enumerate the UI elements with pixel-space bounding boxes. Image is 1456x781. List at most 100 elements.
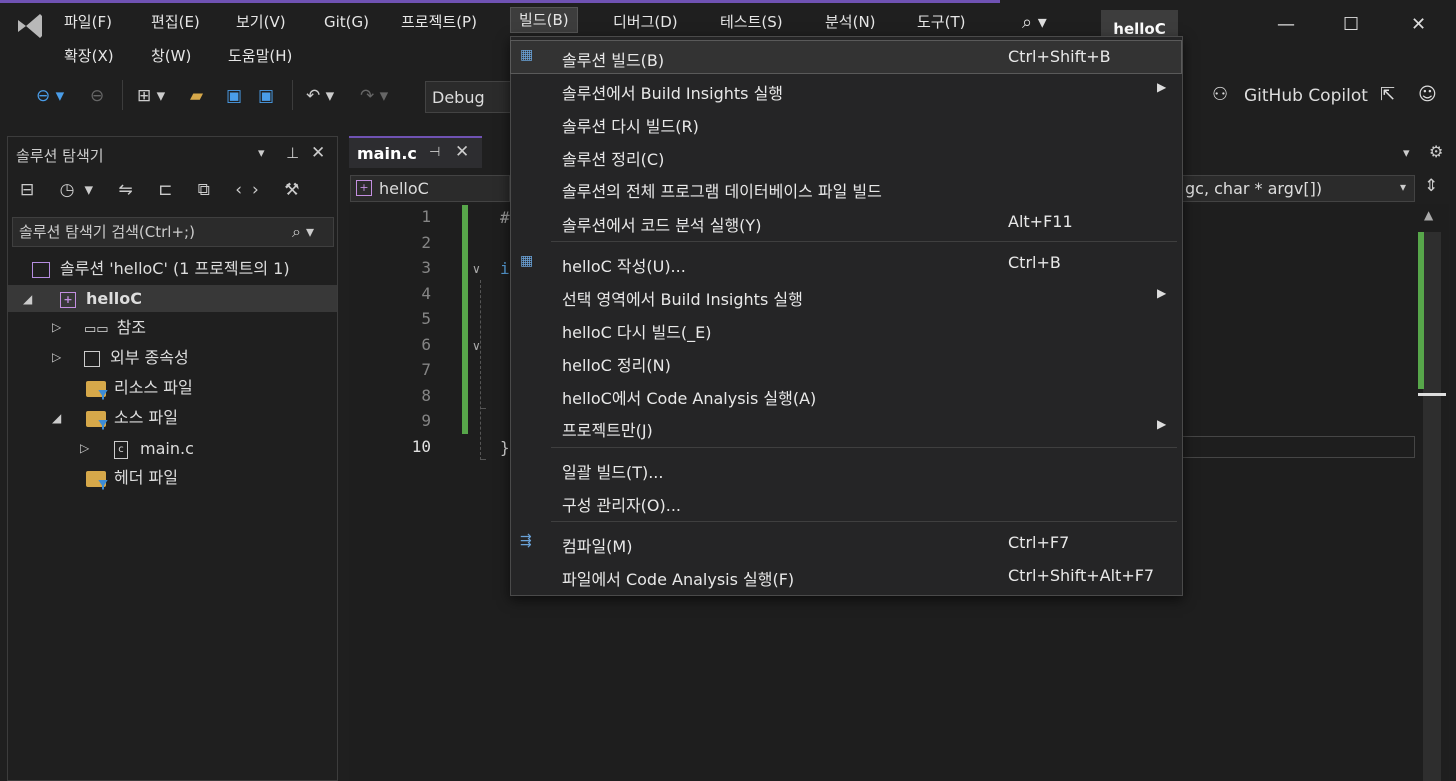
menu-git[interactable]: Git(G) [324,12,369,32]
menu-file[interactable]: 파일(F) [64,12,112,32]
feedback-icon[interactable]: ☺ [1418,84,1437,105]
menu-tools[interactable]: 도구(T) [917,12,965,32]
menu-item-build-pdb[interactable]: 솔루션의 전체 프로그램 데이터베이스 파일 빌드 [511,172,1181,204]
project-label: helloC [86,289,142,308]
member-nav-dropdown[interactable]: gc, char * argv[]) [1178,175,1415,202]
settings-icon[interactable]: ⚙ [1429,142,1443,161]
menu-item-build-project[interactable]: ▦ helloC 작성(U)... Ctrl+B [511,247,1181,279]
minimize-icon[interactable]: — [1277,14,1295,35]
menu-item-label: helloC에서 Code Analysis 실행(A) [562,389,817,408]
menu-build[interactable]: 빌드(B) [510,7,578,33]
split-icon[interactable]: ⇕ [1424,176,1438,196]
menu-item-label: 솔루션 빌드(B) [562,51,665,70]
menu-item-rebuild-project[interactable]: helloC 다시 빌드(_E) [511,313,1181,345]
config-select[interactable]: Debug [425,81,515,113]
share-icon[interactable]: ⇱ [1380,84,1395,105]
fold-guide [480,459,486,460]
menu-item-clean-solution[interactable]: 솔루션 정리(C) [511,140,1181,172]
menu-item-code-analysis-project[interactable]: helloC에서 Code Analysis 실행(A) [511,379,1181,411]
scrollbar-thumb[interactable] [1423,232,1441,781]
scroll-up-icon[interactable]: ▲ [1424,208,1433,222]
fold-arrow-icon[interactable]: ∨ [472,262,481,276]
forward-icon[interactable]: ⊖ [90,86,104,106]
tree-source-files[interactable]: 소스 파일 [86,407,178,429]
tree-resource-files[interactable]: 리소스 파일 [86,377,193,399]
menu-item-label: 솔루션 정리(C) [562,150,665,169]
solution-search-input[interactable]: 솔루션 탐색기 검색(Ctrl+;) [12,217,334,247]
pin-icon[interactable]: ⊥ [286,144,299,162]
back-icon[interactable]: ⊖ ▾ [36,86,64,106]
menu-item-build-insights-solution[interactable]: 솔루션에서 Build Insights 실행 ▶ [511,74,1181,106]
maximize-icon[interactable]: ☐ [1343,14,1359,35]
external-deps-label: 외부 종속성 [110,348,189,367]
redo-icon[interactable]: ↷ ▾ [360,86,388,106]
submenu-arrow-icon: ▶ [1157,80,1167,94]
tree-solution[interactable]: 솔루션 'helloC' (1 프로젝트의 1) [32,258,290,280]
scroll-caret-marker [1418,393,1446,396]
code-fragment: # [500,208,510,227]
undo-icon[interactable]: ↶ ▾ [306,86,334,106]
close-tab-icon[interactable]: ✕ [455,142,469,162]
menu-project[interactable]: 프로젝트(P) [401,12,477,32]
menu-item-code-analysis-file[interactable]: 파일에서 Code Analysis 실행(F) Ctrl+Shift+Alt+… [511,560,1181,592]
tree-project[interactable]: + helloC [60,288,142,310]
menu-item-label: 솔루션의 전체 프로그램 데이터베이스 파일 빌드 [562,182,882,201]
menu-analyze[interactable]: 분석(N) [825,12,876,32]
menu-item-compile[interactable]: ⇶ 컴파일(M) Ctrl+F7 [511,527,1181,559]
tab-list-icon[interactable]: ▾ [1403,146,1410,161]
project-nav-dropdown[interactable]: helloC [350,175,510,202]
resource-files-label: 리소스 파일 [114,378,193,397]
menu-item-label: 솔루션에서 Build Insights 실행 [562,84,784,103]
toolbar-separator [122,80,123,110]
copilot-icon[interactable]: ⚇ [1212,84,1228,105]
menu-debug[interactable]: 디버그(D) [613,12,678,32]
menu-view[interactable]: 보기(V) [236,12,286,32]
save-all-icon[interactable]: ▣ [258,86,274,106]
submenu-arrow-icon: ▶ [1157,286,1167,300]
save-icon[interactable]: ▣ [226,86,242,106]
menu-edit[interactable]: 편집(E) [151,12,200,32]
pin-icon[interactable]: ⊣ [429,145,440,160]
new-project-icon[interactable]: ⊞ ▾ [137,86,165,106]
expand-arrow-icon[interactable]: ▷ [52,350,61,364]
menu-item-batch-build[interactable]: 일괄 빌드(T)... [511,453,1181,485]
copilot-button[interactable]: GitHub Copilot [1244,86,1368,106]
menu-item-clean-project[interactable]: helloC 정리(N) [511,346,1181,378]
tree-header-files[interactable]: 헤더 파일 [86,467,178,489]
open-folder-icon[interactable]: ▰ [190,86,203,106]
menu-help[interactable]: 도움말(H) [228,46,292,66]
collapse-arrow-icon[interactable]: ◢ [23,292,32,306]
change-indicator-bar [462,205,468,434]
tree-main-c[interactable]: c main.c [114,438,194,460]
menu-window[interactable]: 창(W) [151,46,191,66]
menu-item-rebuild-solution[interactable]: 솔루션 다시 빌드(R) [511,107,1181,139]
tab-main-c[interactable]: main.c ⊣ ✕ [349,136,482,168]
menu-item-build-insights-selection[interactable]: 선택 영역에서 Build Insights 실행 ▶ [511,280,1181,312]
menu-item-shortcut: Ctrl+Shift+Alt+F7 [1008,566,1155,585]
expand-arrow-icon[interactable]: ▷ [52,320,61,334]
menu-item-build-solution[interactable]: ▦ 솔루션 빌드(B) Ctrl+Shift+B [510,40,1182,74]
collapse-arrow-icon[interactable]: ◢ [52,411,61,425]
member-nav-label: gc, char * argv[]) [1185,179,1323,198]
menu-test[interactable]: 테스트(S) [720,12,783,32]
close-panel-icon[interactable]: ✕ [311,143,325,163]
menu-item-configuration-manager[interactable]: 구성 관리자(O)... [511,486,1181,518]
menu-extensions[interactable]: 확장(X) [64,46,114,66]
menu-item-code-analysis-solution[interactable]: 솔루션에서 코드 분석 실행(Y) Alt+F11 [511,206,1181,238]
close-icon[interactable]: ✕ [1411,14,1426,35]
menu-item-label: 컴파일(M) [562,537,633,556]
menu-item-label: 일괄 빌드(T)... [562,463,664,482]
project-icon: + [60,291,76,308]
references-label: 참조 [116,318,147,337]
accent-line [0,0,1000,3]
tree-references[interactable]: ▭▭ 참조 [84,317,146,341]
line-number: 3 [421,258,431,277]
dropdown-arrow-icon[interactable]: ▾ [1400,180,1406,194]
panel-options-icon[interactable]: ▾ [258,146,265,161]
expand-arrow-icon[interactable]: ▷ [80,441,89,455]
menu-item-label: 솔루션에서 코드 분석 실행(Y) [562,216,762,235]
search-icon[interactable]: ⌕ ▾ [1022,12,1047,33]
search-icon[interactable]: ⌕ ▾ [292,222,314,242]
tree-external-deps[interactable]: 외부 종속성 [84,347,189,369]
menu-item-project-only[interactable]: 프로젝트만(J) ▶ [511,411,1181,443]
